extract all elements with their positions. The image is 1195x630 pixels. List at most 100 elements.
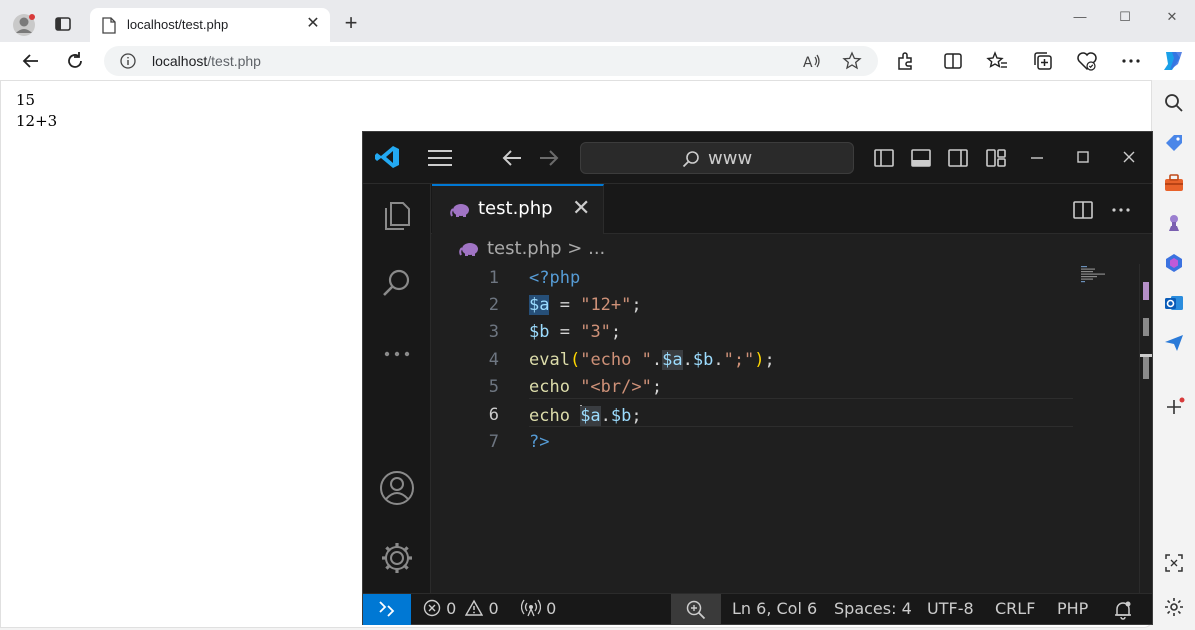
scroll-mark [1143,282,1149,300]
line-number: 2 [488,295,499,315]
outlook-icon[interactable] [1163,292,1185,314]
code-line-6[interactable]: echo $a.$b; [529,405,642,426]
screenshot-icon[interactable] [1163,552,1185,574]
code-line-1[interactable]: <?php [529,268,580,288]
settings-gear-icon[interactable] [379,540,415,576]
status-bar: 0 0 0 Ln 6, Col 6 Spaces: 4 UTF-8 CRLF P… [363,593,1152,625]
search-icon[interactable] [379,266,415,302]
vscode-minimize-icon[interactable] [1030,152,1044,164]
back-arrow-icon[interactable] [20,50,42,72]
minimize-icon[interactable]: — [1065,6,1095,28]
favorite-star-icon[interactable] [842,51,862,71]
tab-actions-icon[interactable] [54,15,72,33]
breadcrumb-rest[interactable]: > ... [567,238,605,259]
string-token: "12+" [580,295,632,315]
more-menu-icon[interactable] [1120,50,1142,72]
games-icon[interactable] [1163,212,1185,234]
variable-token: $b [529,322,550,342]
toggle-panel-icon[interactable] [910,147,932,169]
favorites-icon[interactable] [986,50,1008,72]
zoom-button[interactable] [671,594,721,625]
shopping-tag-icon[interactable] [1163,132,1185,154]
settings-gear-icon[interactable] [1163,596,1185,618]
browser-essentials-icon[interactable] [1076,50,1098,72]
operator-token: . [682,350,693,370]
extensions-icon[interactable] [894,50,916,72]
bracket-token: ( [569,350,581,370]
add-sidebar-icon[interactable] [1163,396,1185,418]
operator-token: . [651,350,663,370]
end-of-line[interactable]: CRLF [995,599,1035,618]
browser-tab-active[interactable]: localhost/test.php ✕ [90,8,330,42]
indentation[interactable]: Spaces: 4 [834,599,912,618]
split-screen-icon[interactable] [942,50,964,72]
accounts-icon[interactable] [379,470,415,506]
encoding[interactable]: UTF-8 [927,599,974,618]
vscode-window: www test.php ✕ test.php > ... 1 2 3 4 5 … [362,131,1153,625]
breadcrumb-path[interactable]: test.php > ... [487,238,605,259]
line-number: 7 [488,432,499,452]
problems-indicator[interactable]: 0 0 [423,599,499,618]
address-bar[interactable]: localhost/test.php A [104,46,878,76]
notifications-bell-icon[interactable] [1113,600,1133,620]
variable-token: $a [580,406,601,426]
toggle-primary-sidebar-icon[interactable] [873,147,895,169]
line-number: 4 [488,350,499,370]
editor-more-actions-icon[interactable] [1110,199,1132,221]
breadcrumb-file[interactable]: test.php [487,238,562,259]
search-icon[interactable] [1163,92,1185,114]
code-line-3[interactable]: $b = "3"; [529,322,621,342]
operator-token: = [549,295,581,315]
tools-icon[interactable] [1163,172,1185,194]
customize-layout-icon[interactable] [985,147,1007,169]
nav-back-icon[interactable] [501,148,523,168]
minimap[interactable] [1081,264,1137,284]
tab-close-icon[interactable]: ✕ [304,15,322,33]
profile-avatar-icon[interactable] [12,13,36,37]
copilot-icon[interactable] [1160,48,1186,74]
language-mode[interactable]: PHP [1057,599,1088,618]
refresh-icon[interactable] [64,50,86,72]
scroll-mark [1143,357,1149,379]
search-icon [682,151,699,168]
more-views-icon[interactable] [379,336,415,372]
split-editor-icon[interactable] [1072,199,1094,221]
semicolon-token: ; [764,350,775,370]
variable-token: $a [529,295,550,315]
microsoft-365-icon[interactable] [1163,252,1185,274]
command-center-text: www [708,148,753,169]
ports-indicator[interactable]: 0 [520,599,556,618]
nav-forward-icon[interactable] [538,148,560,168]
code-line-5[interactable]: echo "<br/>"; [529,377,662,397]
url-path: /test.php [207,53,261,69]
read-aloud-icon[interactable]: A [802,51,822,71]
zoom-in-icon [686,600,706,620]
cursor-position[interactable]: Ln 6, Col 6 [732,599,817,618]
remote-indicator[interactable] [363,594,411,625]
line-number-active: 6 [488,405,499,425]
code-line-2[interactable]: $a = "12+"; [529,295,642,315]
site-info-icon[interactable] [120,53,136,69]
new-tab-icon[interactable]: + [340,12,362,34]
editor-tab-test-php[interactable]: test.php ✕ [432,184,604,234]
code-line-4[interactable]: eval("echo ".$a.$b.";"); [529,350,775,370]
vscode-close-icon[interactable] [1123,151,1135,163]
editor-tab-close-icon[interactable]: ✕ [572,196,590,221]
command-center-search[interactable]: www [580,142,854,174]
code-editor[interactable]: 1 2 3 4 5 6 7 <?php $a = "12+"; $b = "3"… [431,264,1152,593]
send-icon[interactable] [1163,332,1185,354]
maximize-icon[interactable]: ☐ [1110,6,1140,28]
line-number: 3 [488,322,499,342]
hamburger-menu-icon[interactable] [427,148,453,168]
toggle-secondary-sidebar-icon[interactable] [947,147,969,169]
explorer-files-icon[interactable] [379,196,415,232]
vscode-logo-icon [375,146,399,168]
collections-icon[interactable] [1032,50,1054,72]
operator-token: . [600,406,611,426]
string-token: "<br/>" [569,377,652,397]
close-window-icon[interactable]: ✕ [1157,6,1187,28]
variable-token: $a [662,350,683,370]
editor-scrollbar[interactable] [1139,264,1152,593]
vscode-maximize-icon[interactable] [1077,151,1089,163]
code-line-7[interactable]: ?> [529,432,549,452]
